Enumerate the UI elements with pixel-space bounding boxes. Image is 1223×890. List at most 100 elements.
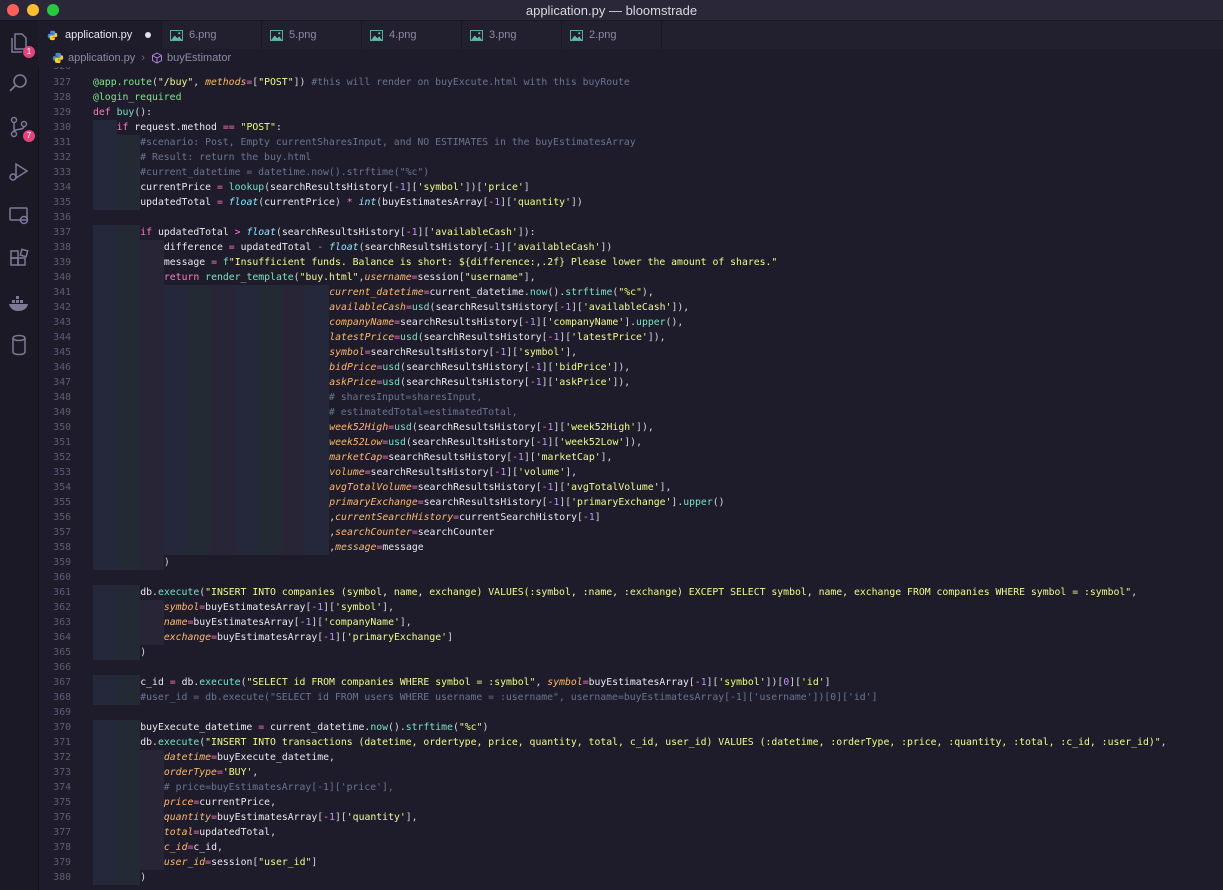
code-line[interactable]: 336 — [38, 210, 1223, 225]
scm-badge: 7 — [23, 130, 35, 142]
code-line[interactable]: 335 updatedTotal = float(currentPrice) *… — [38, 195, 1223, 210]
code-line[interactable]: 327 @app.route("/buy", methods=["POST"]) … — [38, 75, 1223, 90]
code-line[interactable]: 343 companyName=searchResultsHistory[-1]… — [38, 315, 1223, 330]
code-line[interactable]: 369 — [38, 705, 1223, 720]
code-line[interactable]: 333 #current_datetime = datetime.now().s… — [38, 165, 1223, 180]
code-line[interactable]: 380 ) — [38, 870, 1223, 885]
minimize-window-button[interactable] — [27, 4, 39, 16]
code-lines[interactable]: 327 @app.route("/buy", methods=["POST"]) … — [38, 75, 1223, 885]
code-line[interactable]: 361 db.execute("INSERT INTO companies (s… — [38, 585, 1223, 600]
code-line[interactable]: 339 message = f"Insufficient funds. Bala… — [38, 255, 1223, 270]
code-line[interactable]: 355 primaryExchange=searchResultsHistory… — [38, 495, 1223, 510]
code-line[interactable]: 373 orderType='BUY', — [38, 765, 1223, 780]
docker-icon[interactable] — [7, 291, 31, 315]
zoom-window-button[interactable] — [47, 4, 59, 16]
line-number: 344 — [53, 332, 71, 343]
tab-5-png[interactable]: 5.png — [262, 21, 362, 49]
code-line[interactable]: 371 db.execute("INSERT INTO transactions… — [38, 735, 1223, 750]
code-line[interactable]: 347 askPrice=usd(searchResultsHistory[-1… — [38, 375, 1223, 390]
code-line[interactable]: 338 difference = updatedTotal - float(se… — [38, 240, 1223, 255]
code-line[interactable]: 334 currentPrice = lookup(searchResultsH… — [38, 180, 1223, 195]
line-number: 347 — [53, 377, 71, 388]
search-icon[interactable] — [7, 71, 31, 95]
line-text: week52Low=usd(searchResultsHistory[-1]['… — [93, 435, 642, 450]
code-line[interactable]: 341 current_datetime=current_datetime.no… — [38, 285, 1223, 300]
code-editor[interactable]: 326 327 @app.route("/buy", methods=["POST… — [38, 67, 1223, 890]
unsaved-indicator[interactable] — [145, 32, 151, 38]
code-line[interactable]: 367 c_id = db.execute("SELECT id FROM co… — [38, 675, 1223, 690]
code-line[interactable]: 378 c_id=c_id, — [38, 840, 1223, 855]
tab-6-png[interactable]: 6.png — [162, 21, 262, 49]
code-line[interactable]: 374 # price=buyEstimatesArray[-1]['price… — [38, 780, 1223, 795]
code-line[interactable]: 357 ,searchCounter=searchCounter — [38, 525, 1223, 540]
code-line[interactable]: 345 symbol=searchResultsHistory[-1]['sym… — [38, 345, 1223, 360]
line-text: # Result: return the buy.html — [93, 150, 312, 165]
code-line[interactable]: 351 week52Low=usd(searchResultsHistory[-… — [38, 435, 1223, 450]
title-bar: application.py — bloomstrade — [0, 0, 1223, 21]
image-file-icon — [170, 29, 183, 41]
code-line[interactable]: 340 return render_template("buy.html",us… — [38, 270, 1223, 285]
remote-explorer-icon[interactable] — [7, 203, 31, 227]
code-line[interactable]: 353 volume=searchResultsHistory[-1]['vol… — [38, 465, 1223, 480]
code-line[interactable]: 358 ,message=message — [38, 540, 1223, 555]
line-text: # price=buyEstimatesArray[-1]['price'], — [93, 780, 394, 795]
line-number: 339 — [53, 257, 71, 268]
code-line[interactable]: 349 # estimatedTotal=estimatedTotal, — [38, 405, 1223, 420]
breadcrumb-file[interactable]: application.py — [68, 52, 135, 64]
code-line[interactable]: 348 # sharesInput=sharesInput, — [38, 390, 1223, 405]
line-number: 331 — [53, 137, 71, 148]
code-line[interactable]: 364 exchange=buyEstimatesArray[-1]['prim… — [38, 630, 1223, 645]
code-line[interactable]: 354 avgTotalVolume=searchResultsHistory[… — [38, 480, 1223, 495]
code-line[interactable]: 344 latestPrice=usd(searchResultsHistory… — [38, 330, 1223, 345]
code-line[interactable]: 362 symbol=buyEstimatesArray[-1]['symbol… — [38, 600, 1223, 615]
code-line[interactable]: 331 #scenario: Post, Empty currentShares… — [38, 135, 1223, 150]
line-number: 366 — [53, 662, 71, 673]
code-line[interactable]: 370 buyExecute_datetime = current_dateti… — [38, 720, 1223, 735]
code-line[interactable]: 379 user_id=session["user_id"] — [38, 855, 1223, 870]
code-line[interactable]: 363 name=buyEstimatesArray[-1]['companyN… — [38, 615, 1223, 630]
code-line[interactable]: 376 quantity=buyEstimatesArray[-1]['quan… — [38, 810, 1223, 825]
tab-application-py[interactable]: application.py — [38, 21, 162, 49]
extensions-icon[interactable] — [7, 247, 31, 271]
tab-4-png[interactable]: 4.png — [362, 21, 462, 49]
line-number: 372 — [53, 752, 71, 763]
code-line[interactable]: 332 # Result: return the buy.html — [38, 150, 1223, 165]
code-line[interactable]: 375 price=currentPrice, — [38, 795, 1223, 810]
code-line[interactable]: 346 bidPrice=usd(searchResultsHistory[-1… — [38, 360, 1223, 375]
code-line[interactable]: 328 @login_required — [38, 90, 1223, 105]
line-text: db.execute("INSERT INTO transactions (da… — [93, 735, 1167, 750]
code-line[interactable]: 360 — [38, 570, 1223, 585]
code-line[interactable]: 359 ) — [38, 555, 1223, 570]
database-icon[interactable] — [7, 333, 31, 357]
tab-3-png[interactable]: 3.png — [462, 21, 562, 49]
run-debug-icon[interactable] — [7, 159, 31, 183]
code-line[interactable]: 365 ) — [38, 645, 1223, 660]
code-line[interactable]: 350 week52High=usd(searchResultsHistory[… — [38, 420, 1223, 435]
tab-bar: application.py 6.png 5.png 4.png 3.png 2… — [38, 21, 1223, 49]
code-line[interactable]: 368 #user_id = db.execute("SELECT id FRO… — [38, 690, 1223, 705]
source-control-icon[interactable]: 7 — [7, 115, 35, 142]
line-number: 357 — [53, 527, 71, 538]
code-line[interactable]: 372 datetime=buyExecute_datetime, — [38, 750, 1223, 765]
line-text: c_id = db.execute("SELECT id FROM compan… — [93, 675, 831, 690]
breadcrumb-symbol[interactable]: buyEstimator — [167, 52, 231, 64]
close-window-button[interactable] — [7, 4, 19, 16]
line-text: #current_datetime = datetime.now().strft… — [93, 165, 430, 180]
code-line[interactable]: 342 availableCash=usd(searchResultsHisto… — [38, 300, 1223, 315]
code-line[interactable]: 352 marketCap=searchResultsHistory[-1]['… — [38, 450, 1223, 465]
window-title: application.py — bloomstrade — [525, 2, 698, 18]
line-number: 341 — [53, 287, 71, 298]
line-text: db.execute("INSERT INTO companies (symbo… — [93, 585, 1137, 600]
code-line[interactable]: 377 total=updatedTotal, — [38, 825, 1223, 840]
line-text: volume=searchResultsHistory[-1]['volume'… — [93, 465, 577, 480]
code-line[interactable]: 329 def buy(): — [38, 105, 1223, 120]
tab-2-png[interactable]: 2.png — [562, 21, 662, 49]
code-line[interactable]: 330 if request.method == "POST": — [38, 120, 1223, 135]
line-text: ) — [93, 555, 170, 570]
code-line[interactable]: 356 ,currentSearchHistory=currentSearchH… — [38, 510, 1223, 525]
line-text: currentPrice = lookup(searchResultsHisto… — [93, 180, 530, 195]
files-icon[interactable]: 1 — [7, 31, 35, 58]
code-line[interactable]: 337 if updatedTotal > float(searchResult… — [38, 225, 1223, 240]
code-line[interactable]: 366 — [38, 660, 1223, 675]
line-number: 332 — [53, 152, 71, 163]
